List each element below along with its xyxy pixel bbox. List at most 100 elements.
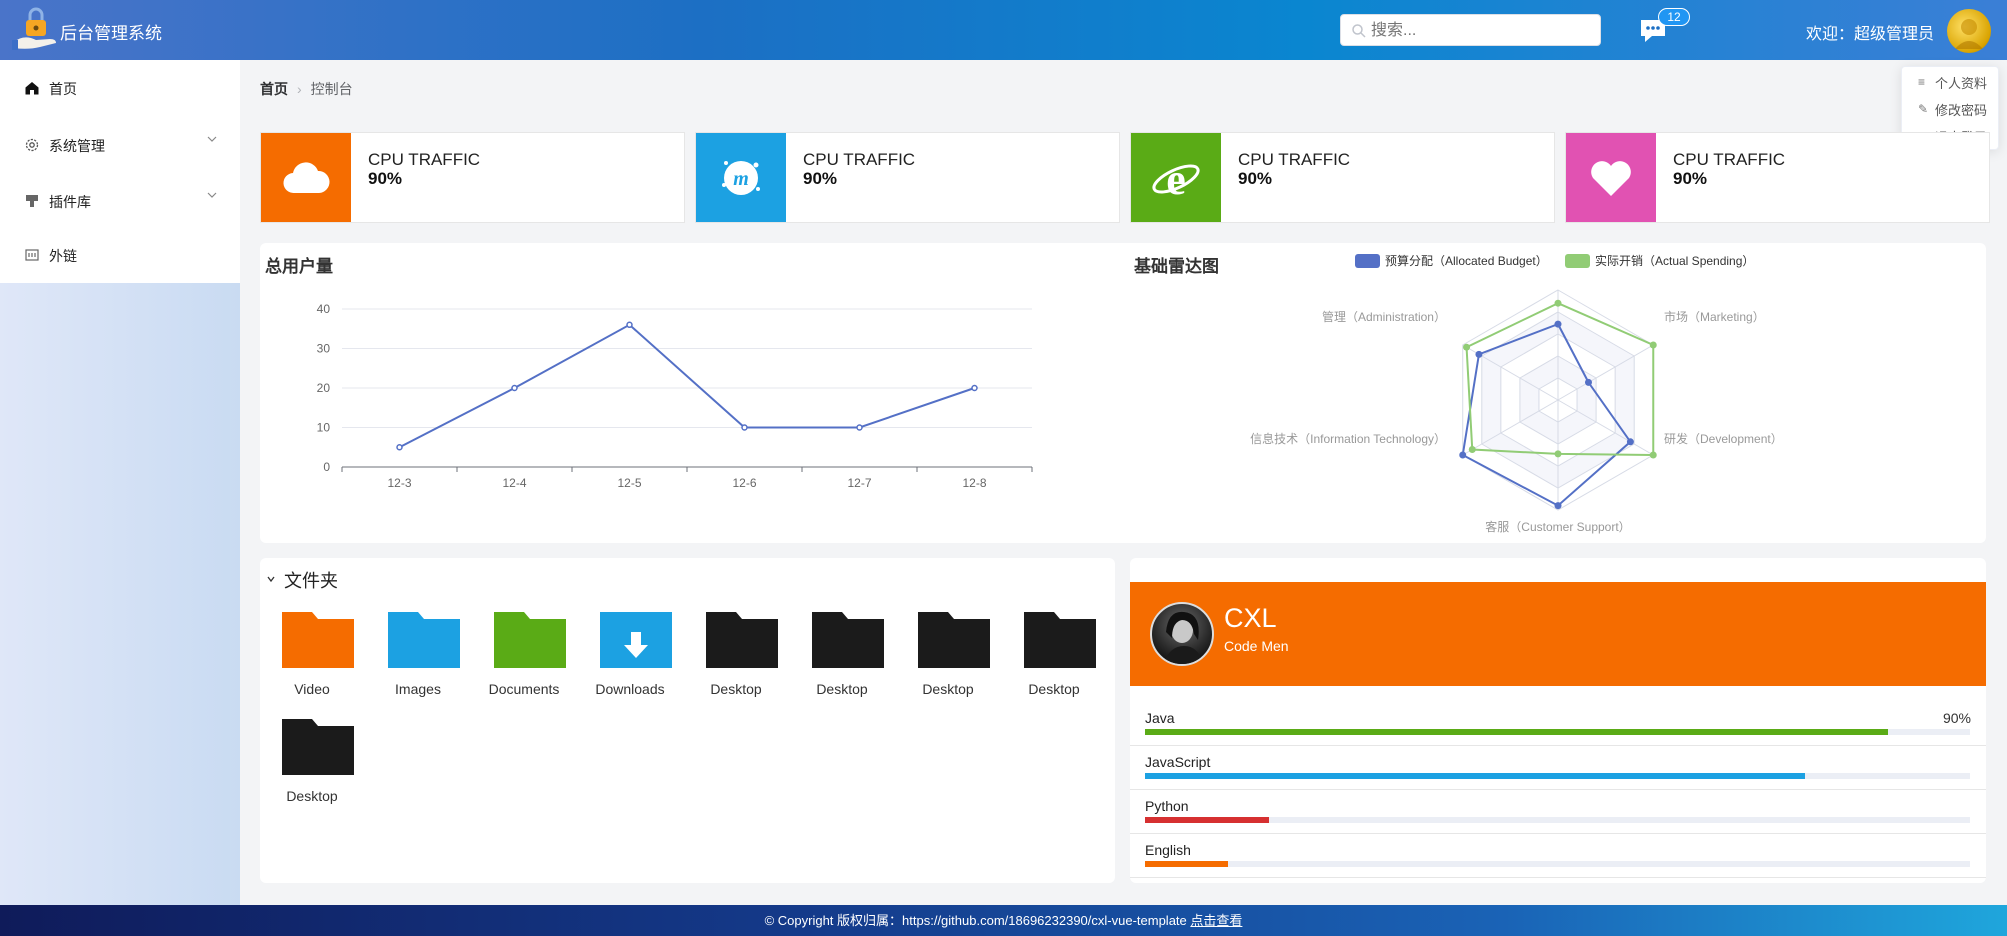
line-point[interactable] (396, 444, 403, 451)
dropdown-item-label: 修改密码 (1935, 102, 1988, 118)
skill-progress-fill (1145, 817, 1269, 823)
folder-item[interactable]: Images (373, 612, 463, 712)
legend-item[interactable]: 实际开销（Actual Spending） (1565, 253, 1754, 268)
dropdown-item-profile[interactable]: ≡ 个人资料 (1918, 73, 1987, 91)
ie-icon: e (1152, 155, 1200, 202)
folder-item[interactable]: Documents (479, 612, 569, 712)
folder-item[interactable]: Desktop (267, 719, 357, 819)
edit-icon: ✎ (1918, 102, 1929, 116)
skill-row: Java 90% (1130, 702, 1986, 746)
legend-swatch (1355, 254, 1380, 268)
stat-value: 90% (1238, 169, 1273, 188)
sidebar-item-label: 外链 (49, 248, 77, 264)
x-tick-label: 12-8 (962, 476, 986, 490)
stat-title: CPU TRAFFIC (1673, 150, 1786, 169)
radar-point[interactable] (1554, 450, 1562, 458)
sidebar-menu: 首页 系统管理 插件库 外链 (0, 60, 240, 283)
folder-label: Images (395, 681, 441, 697)
sidebar-item-system[interactable]: 系统管理 (0, 117, 240, 173)
y-tick-label: 20 (317, 381, 331, 395)
radar-point[interactable] (1463, 343, 1471, 351)
radar-point[interactable] (1554, 299, 1562, 307)
line-point[interactable] (971, 384, 978, 392)
chevron-down-icon (207, 136, 217, 142)
search-input[interactable] (1371, 19, 1591, 43)
x-tick-label: 12-7 (847, 476, 871, 490)
radar-point[interactable] (1554, 320, 1562, 328)
chevron-down-icon[interactable] (266, 574, 276, 584)
folder-item[interactable]: Video (267, 612, 357, 712)
folder-icon (494, 612, 566, 668)
search-box[interactable] (1340, 14, 1601, 46)
stat-tile (1566, 133, 1656, 222)
svg-text:m: m (733, 168, 749, 190)
profile-name: CXL (1224, 603, 1277, 633)
folder-icon (918, 612, 990, 668)
x-tick-label: 12-3 (387, 476, 411, 490)
stat-title: CPU TRAFFIC (803, 150, 916, 169)
radar-point[interactable] (1475, 350, 1483, 358)
dropdown-item-change-password[interactable]: ✎ 修改密码 (1918, 100, 1987, 118)
stat-value: 90% (368, 169, 403, 188)
radar-point[interactable] (1649, 451, 1657, 459)
footer-link[interactable]: 点击查看 (1190, 913, 1242, 928)
radar-chart-title: 基础雷达图 (1134, 257, 1219, 276)
skill-progress-track (1145, 729, 1970, 735)
radar-point[interactable] (1459, 451, 1467, 459)
stat-value: 90% (1673, 169, 1708, 188)
radar-indicator-label: 管理（Administration） (1322, 309, 1446, 324)
skill-progress-track (1145, 817, 1970, 823)
folder-label: Desktop (710, 681, 762, 697)
stat-value: 90% (803, 169, 838, 188)
radar-point[interactable] (1554, 502, 1562, 510)
line-point[interactable] (511, 384, 518, 392)
x-tick-label: 12-4 (502, 476, 526, 490)
folder-item[interactable]: Desktop (691, 612, 781, 712)
sidebar-item-plugins[interactable]: 插件库 (0, 173, 240, 229)
radar-point[interactable] (1626, 438, 1634, 446)
stat-tile (261, 133, 351, 222)
sidebar-item-home[interactable]: 首页 (0, 60, 240, 116)
skill-percent: 90% (1942, 710, 1971, 726)
folder-item[interactable]: Desktop (797, 612, 887, 712)
top-header: 后台管理系统 12 欢迎：超级管理员 (0, 0, 2007, 60)
folder-label: Desktop (286, 788, 338, 804)
folder-item[interactable]: Desktop (1009, 612, 1099, 712)
radar-indicator-label: 市场（Marketing） (1664, 309, 1765, 324)
welcome-text: 欢迎：超级管理员 (1806, 26, 1935, 43)
radar-indicator-label: 信息技术（Information Technology） (1250, 431, 1446, 446)
legend-swatch (1565, 254, 1590, 268)
gear-icon (25, 138, 39, 152)
sidebar-item-external-link[interactable]: 外链 (0, 227, 240, 283)
skill-progress-track (1145, 773, 1970, 779)
line-chart: 0 10 20 30 40 12-3 12-4 12-5 12-6 12-7 12-8 (317, 302, 1033, 490)
logo-icon (12, 7, 56, 50)
folder-item[interactable]: Downloads (585, 612, 675, 712)
breadcrumb-home[interactable]: 首页 (260, 81, 288, 97)
line-series (399, 323, 975, 449)
radar-chart: 管理（Administration） 信息技术（Information Techn… (1250, 253, 1783, 534)
folder-icon (282, 719, 354, 775)
stat-title: CPU TRAFFIC (368, 150, 481, 169)
plugin-icon (26, 195, 38, 207)
breadcrumb: 首页 › 控制台 (260, 79, 353, 99)
line-point[interactable] (626, 321, 633, 329)
skill-progress-fill (1145, 729, 1888, 735)
x-tick-label: 12-5 (617, 476, 641, 490)
skill-progress-fill (1145, 861, 1228, 867)
y-tick-label: 30 (317, 342, 331, 356)
radar-indicator-label: 客服（Customer Support） (1485, 519, 1630, 534)
breadcrumb-current: 控制台 (310, 81, 353, 97)
line-point[interactable] (856, 424, 863, 431)
link-icon (25, 249, 39, 261)
legend-item[interactable]: 预算分配（Allocated Budget） (1355, 253, 1548, 268)
folder-item[interactable]: Desktop (903, 612, 993, 712)
radar-point[interactable] (1584, 378, 1592, 386)
radar-point[interactable] (1468, 446, 1476, 453)
skill-label: Python (1145, 798, 1189, 814)
user-avatar[interactable] (1947, 9, 1991, 53)
radar-point[interactable] (1649, 341, 1657, 349)
line-point[interactable] (741, 424, 748, 431)
folder-label: Desktop (922, 681, 974, 697)
footer-copyright: © Copyright 版权归属：https://github.com/1869… (764, 913, 1187, 928)
